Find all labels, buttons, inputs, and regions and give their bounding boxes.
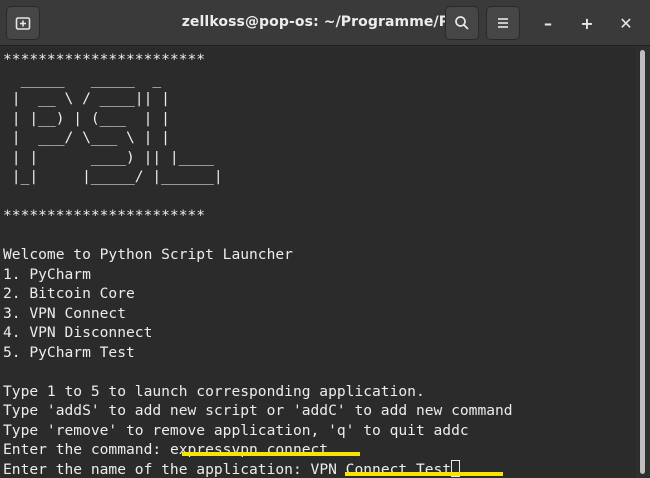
hamburger-menu-icon xyxy=(498,18,508,28)
command-prompt-label: Enter the command: xyxy=(3,441,170,458)
terminal-line: Type 'remove' to remove application, 'q'… xyxy=(3,421,469,439)
terminal-line: | __ \ / ____|| | xyxy=(3,90,206,107)
terminal-line: Welcome to Python Script Launcher xyxy=(3,246,293,263)
terminal-line: *********************** xyxy=(3,51,206,68)
terminal-window: zellkoss@pop-os: ~/Programme/PSL – + ✕ *… xyxy=(0,0,650,478)
terminal-line: | | ____) || |____ xyxy=(3,148,214,166)
terminal-text: *********************** _____ _____ _ | … xyxy=(0,47,636,478)
terminal-output[interactable]: *********************** _____ _____ _ | … xyxy=(0,47,636,478)
terminal-line: 3. VPN Connect xyxy=(3,304,127,322)
command-highlight-underline xyxy=(182,452,360,456)
terminal-line: 2. Bitcoin Core xyxy=(3,285,135,302)
title-bar: zellkoss@pop-os: ~/Programme/PSL – + ✕ xyxy=(0,0,650,46)
app-name-prompt-label: Enter the name of the application: xyxy=(3,460,311,478)
terminal-line: *********************** xyxy=(3,207,206,224)
terminal-line: 1. PyCharm xyxy=(3,265,91,283)
menu-button[interactable] xyxy=(486,6,520,40)
close-icon: ✕ xyxy=(619,13,633,33)
close-button[interactable]: ✕ xyxy=(609,6,643,40)
maximize-icon: + xyxy=(580,13,594,33)
terminal-line: Type 'addS' to add new script or 'addC' … xyxy=(3,402,513,419)
search-icon xyxy=(455,16,469,30)
app-name-highlight-underline xyxy=(345,472,503,476)
terminal-line: Type 1 to 5 to launch corresponding appl… xyxy=(3,382,425,400)
search-button[interactable] xyxy=(445,6,479,40)
terminal-line: _____ _____ _ xyxy=(3,70,206,88)
terminal-line: 4. VPN Disconnect xyxy=(3,324,153,341)
terminal-line: 5. PyCharm Test xyxy=(3,343,135,361)
terminal-line: | |__) | (___ | | xyxy=(3,109,206,127)
terminal-line: | ___/ \___ \ | | xyxy=(3,129,206,146)
maximize-button[interactable]: + xyxy=(570,6,604,40)
minimize-icon: – xyxy=(544,13,552,33)
minimize-button[interactable]: – xyxy=(531,6,565,40)
terminal-line: |_| |_____/ |______| xyxy=(3,168,223,185)
command-prompt-line: Enter the command: expressvpn connect xyxy=(3,440,636,460)
scrollbar[interactable] xyxy=(639,50,646,474)
scrollbar-thumb[interactable] xyxy=(640,50,645,474)
app-name-prompt-line: Enter the name of the application: VPN C… xyxy=(3,459,636,478)
